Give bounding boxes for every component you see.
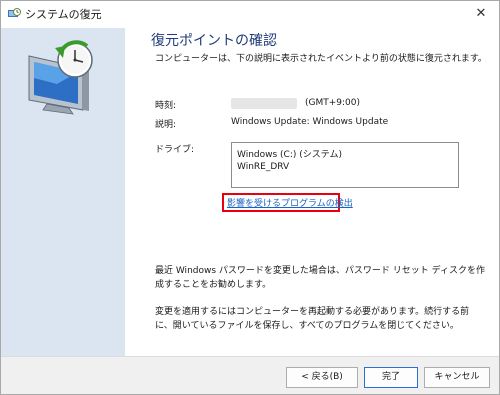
scan-affected-programs-link[interactable]: 影響を受けるプログラムの検出	[227, 196, 353, 209]
drives-list[interactable]: Windows (C:) (システム) WinRE_DRV	[231, 142, 459, 188]
drive-item-winre: WinRE_DRV	[237, 162, 290, 172]
drives-label: ドライブ:	[155, 145, 195, 155]
description-value: Windows Update: Windows Update	[231, 117, 389, 127]
scan-link-highlight: 影響を受けるプログラムの検出	[222, 193, 353, 212]
finish-button[interactable]: 完了	[364, 367, 418, 388]
system-restore-window: システムの復元 ✕ 復元ポイントの確認 コンピューターは、下の説明に表示されたイ…	[0, 0, 500, 395]
window-title: システムの復元	[25, 8, 102, 21]
time-value-redacted	[231, 98, 297, 109]
button-bar: < 戻る(B) 完了 キャンセル	[1, 356, 499, 394]
monitor-clock-restore-icon	[28, 40, 93, 115]
close-button[interactable]: ✕	[471, 5, 491, 23]
page-description: コンピューターは、下の説明に表示されたイベントより前の状態に復元されます。	[155, 54, 487, 64]
page-title: 復元ポイントの確認	[151, 33, 277, 49]
wizard-sidebar	[1, 28, 125, 356]
back-button[interactable]: < 戻る(B)	[286, 367, 358, 388]
wizard-content: 復元ポイントの確認 コンピューターは、下の説明に表示されたイベントより前の状態に…	[125, 28, 499, 356]
description-label: 説明:	[155, 120, 177, 130]
title-bar: システムの復元 ✕	[1, 1, 499, 28]
password-note: 最近 Windows パスワードを変更した場合は、パスワード リセット ディスク…	[155, 266, 485, 290]
cancel-button[interactable]: キャンセル	[424, 367, 490, 388]
drive-item-c: Windows (C:) (システム)	[237, 150, 342, 160]
restart-note: 変更を適用するにはコンピューターを再起動する必要があります。続行する前に、開いて…	[155, 307, 470, 331]
time-zone-value: (GMT+9:00)	[305, 98, 361, 108]
time-label: 時刻:	[155, 101, 177, 111]
close-icon: ✕	[475, 6, 487, 21]
system-restore-icon	[8, 8, 21, 17]
